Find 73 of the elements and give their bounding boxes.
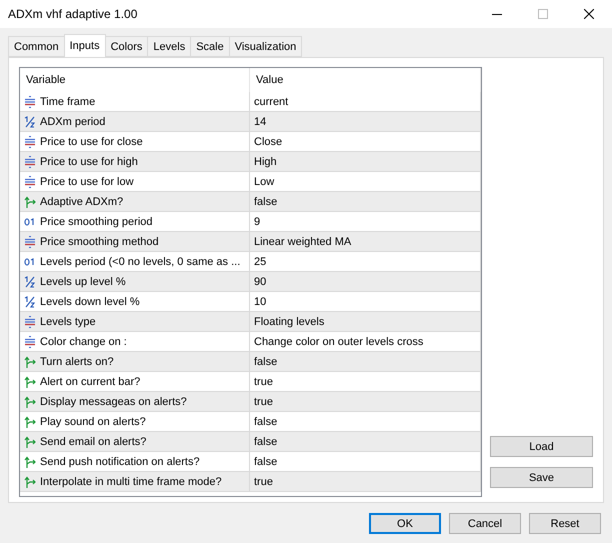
variable-name: Alert on current bar? [40,376,140,388]
branch-arrow-icon [24,436,36,448]
branch-arrow-icon [24,376,36,388]
list-icon [24,236,36,248]
tab[interactable]: Scale [190,36,230,57]
variable-name: Levels down level % [40,296,140,308]
value-cell[interactable]: true [250,472,481,491]
dialog-button[interactable]: OK [369,513,441,534]
value-cell[interactable]: 25 [250,252,481,271]
variable-name: Color change on : [40,336,127,348]
variable-name: ADXm period [40,116,106,128]
variable-name: Display messageas on alerts? [40,396,187,408]
fraction-icon [24,296,36,308]
side-button[interactable]: Save [490,467,593,488]
value-cell[interactable]: Low [250,172,481,191]
list-icon [24,336,36,348]
list-icon [24,96,36,108]
variable-name: Price to use for close [40,136,143,148]
variable-name: Send push notification on alerts? [40,456,200,468]
variable-name: Time frame [40,96,96,108]
value-cell[interactable]: High [250,152,481,171]
value-cell[interactable]: Linear weighted MA [250,232,481,251]
variable-name: Levels up level % [40,276,126,288]
value-cell[interactable]: 90 [250,272,481,291]
tab[interactable]: Levels [147,36,192,57]
tab[interactable]: Colors [104,36,148,57]
branch-arrow-icon [24,416,36,428]
list-icon [24,156,36,168]
value-cell[interactable]: current [250,92,481,111]
tab[interactable]: Common [8,36,65,57]
branch-arrow-icon [24,396,36,408]
variable-name: Interpolate in multi time frame mode? [40,476,222,488]
branch-arrow-icon [24,196,36,208]
value-cell[interactable]: true [250,372,481,391]
fraction-icon [24,276,36,288]
value-cell[interactable]: 14 [250,112,481,131]
variable-name: Levels type [40,316,96,328]
value-cell[interactable]: Change color on outer levels cross [250,332,481,351]
value-cell[interactable]: 9 [250,212,481,231]
variable-name: Play sound on alerts? [40,416,146,428]
variable-name: Price to use for low [40,176,134,188]
branch-arrow-icon [24,456,36,468]
digits-icon [24,216,36,228]
close-icon[interactable] [584,9,594,19]
value-cell[interactable]: false [250,352,481,371]
value-cell[interactable]: false [250,192,481,211]
value-cell[interactable]: false [250,412,481,431]
value-cell[interactable]: Floating levels [250,312,481,331]
variable-name: Adaptive ADXm? [40,196,124,208]
value-cell[interactable]: true [250,392,481,411]
dialog-button[interactable]: Reset [529,513,601,534]
tab[interactable]: Visualization [228,36,302,57]
value-cell[interactable]: 10 [250,292,481,311]
window-title: ADXm vhf adaptive 1.00 [8,7,138,21]
variable-name: Levels period (<0 no levels, 0 same as ... [40,256,240,268]
variable-name: Turn alerts on? [40,356,114,368]
list-icon [24,136,36,148]
list-icon [24,316,36,328]
dialog-button[interactable]: Cancel [449,513,521,534]
variable-name: Price smoothing period [40,216,153,228]
branch-arrow-icon [24,356,36,368]
value-cell[interactable]: false [250,452,481,471]
tab[interactable]: Inputs [64,34,106,57]
variable-name: Price to use for high [40,156,138,168]
value-cell[interactable]: Close [250,132,481,151]
side-button[interactable]: Load [490,436,593,457]
list-icon [24,176,36,188]
branch-arrow-icon [24,476,36,488]
variable-name: Price smoothing method [40,236,159,248]
value-cell[interactable]: false [250,432,481,451]
fraction-icon [24,116,36,128]
variable-name: Send email on alerts? [40,436,146,448]
digits-icon [24,256,36,268]
